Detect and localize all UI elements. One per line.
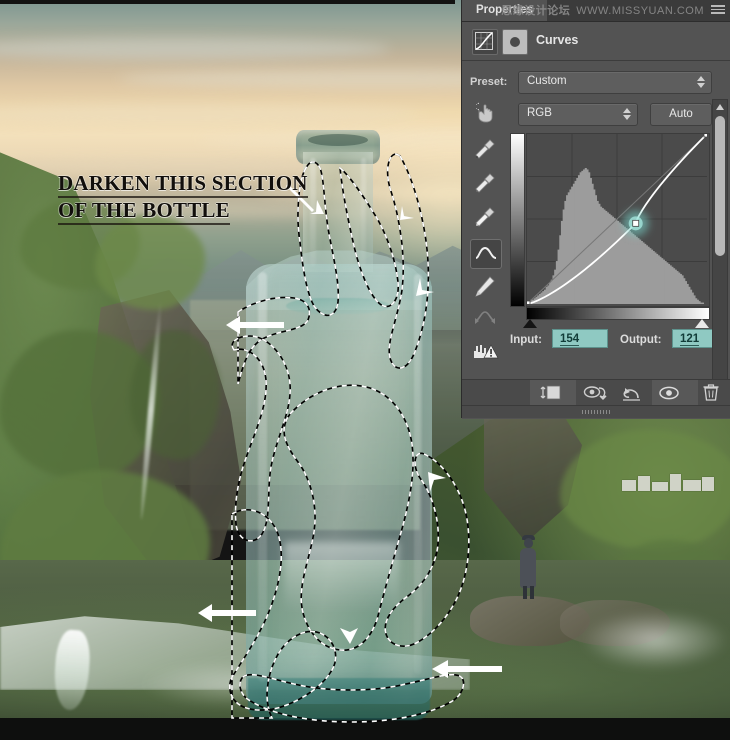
panel-tab-bar: Properties 思缘设计论坛 WWW.MISSYUAN.COM: [462, 0, 730, 22]
panel-title: Curves: [536, 33, 579, 47]
chevron-updown-icon[interactable]: [623, 108, 631, 121]
layer-mask-icon[interactable]: [502, 29, 528, 55]
curves-plot[interactable]: [523, 130, 711, 308]
preset-select[interactable]: Custom: [518, 71, 712, 94]
figure-leg: [530, 586, 534, 599]
channel-value: RGB: [527, 107, 552, 119]
on-image-adjustment-icon[interactable]: [470, 99, 500, 127]
preset-value: Custom: [527, 75, 567, 87]
figure-head: [524, 538, 533, 548]
annotation-line-1: DARKEN THIS SECTION: [58, 171, 308, 198]
edit-points-curve-icon[interactable]: [470, 239, 502, 269]
mist-cloud: [580, 610, 730, 670]
smooth-curve-icon[interactable]: [470, 305, 500, 333]
moss-patch: [95, 215, 205, 310]
figure-coat: [520, 548, 536, 588]
person-figure: [515, 532, 541, 600]
black-point-eyedropper-icon[interactable]: [470, 135, 500, 163]
moss-patch: [130, 330, 220, 460]
input-gradient-bar: [526, 307, 710, 320]
bottle-base: [248, 678, 430, 720]
annotation-line-2: OF THE BOTTLE: [58, 198, 230, 225]
gray-point-eyedropper-icon[interactable]: [470, 169, 500, 197]
input-label: Input:: [510, 334, 542, 346]
delete-adjustment-button[interactable]: [694, 380, 730, 406]
watermark-cn-text: 思缘设计论坛: [501, 4, 571, 17]
properties-panel[interactable]: Properties 思缘设计论坛 WWW.MISSYUAN.COM Curves: [462, 0, 730, 419]
channel-row: RGB Auto: [470, 103, 712, 126]
chevron-updown-icon[interactable]: [697, 76, 705, 89]
figure-leg: [523, 586, 527, 599]
grip-dots-icon: [582, 410, 610, 414]
bottle-inner-reflection: [284, 542, 399, 612]
scroll-up-icon[interactable]: [716, 104, 724, 110]
curves-tool-column: [468, 99, 504, 359]
histogram-warning-icon[interactable]: [470, 339, 500, 367]
toggle-visibility-button[interactable]: [652, 380, 698, 406]
panel-menu-icon[interactable]: [711, 5, 725, 16]
output-gradient-bar: [510, 133, 525, 307]
preset-row: Preset: Custom: [470, 71, 712, 94]
panel-resize-grip[interactable]: [462, 405, 730, 418]
black-input-slider[interactable]: [523, 319, 537, 328]
preset-label: Preset:: [470, 76, 508, 88]
canvas-top-edge: [0, 0, 455, 4]
panel-header: Curves: [462, 22, 730, 61]
curves-plot-svg: [523, 130, 711, 308]
white-input-slider[interactable]: [695, 319, 709, 328]
watermark-url-text: WWW.MISSYUAN.COM: [576, 5, 704, 17]
bottle-opening: [308, 134, 368, 146]
white-point-eyedropper-icon[interactable]: [470, 203, 500, 231]
bottle-highlight: [414, 274, 422, 674]
screenshot-root: DARKEN THIS SECTION OF THE BOTTLE Proper…: [0, 0, 730, 740]
panel-scrollbar[interactable]: [712, 99, 728, 417]
bottle-highlight: [361, 158, 366, 266]
bottle-highlight: [258, 272, 267, 682]
auto-button[interactable]: Auto: [650, 103, 712, 126]
output-label: Output:: [620, 334, 662, 346]
output-value: 121: [680, 333, 700, 346]
input-output-row: Input: 154 Output: 121: [510, 329, 728, 351]
watermark: 思缘设计论坛 WWW.MISSYUAN.COM: [501, 2, 704, 19]
scrollbar-thumb[interactable]: [715, 116, 725, 256]
input-field[interactable]: 154: [552, 329, 608, 348]
curves-adjustment-icon[interactable]: [472, 29, 498, 55]
panel-footer: [462, 379, 730, 406]
curves-graph-area[interactable]: [510, 130, 711, 328]
clip-to-layer-button[interactable]: [530, 380, 576, 406]
distant-village: [620, 468, 716, 502]
input-value: 154: [560, 333, 580, 346]
panel-body: Preset: Custom RGB Auto Input: 154 Outpu…: [462, 61, 730, 419]
channel-select[interactable]: RGB: [518, 103, 638, 126]
pencil-draw-curve-icon[interactable]: [470, 273, 500, 301]
annotation-text: DARKEN THIS SECTION OF THE BOTTLE: [58, 170, 358, 225]
bottle-body: [246, 264, 432, 704]
